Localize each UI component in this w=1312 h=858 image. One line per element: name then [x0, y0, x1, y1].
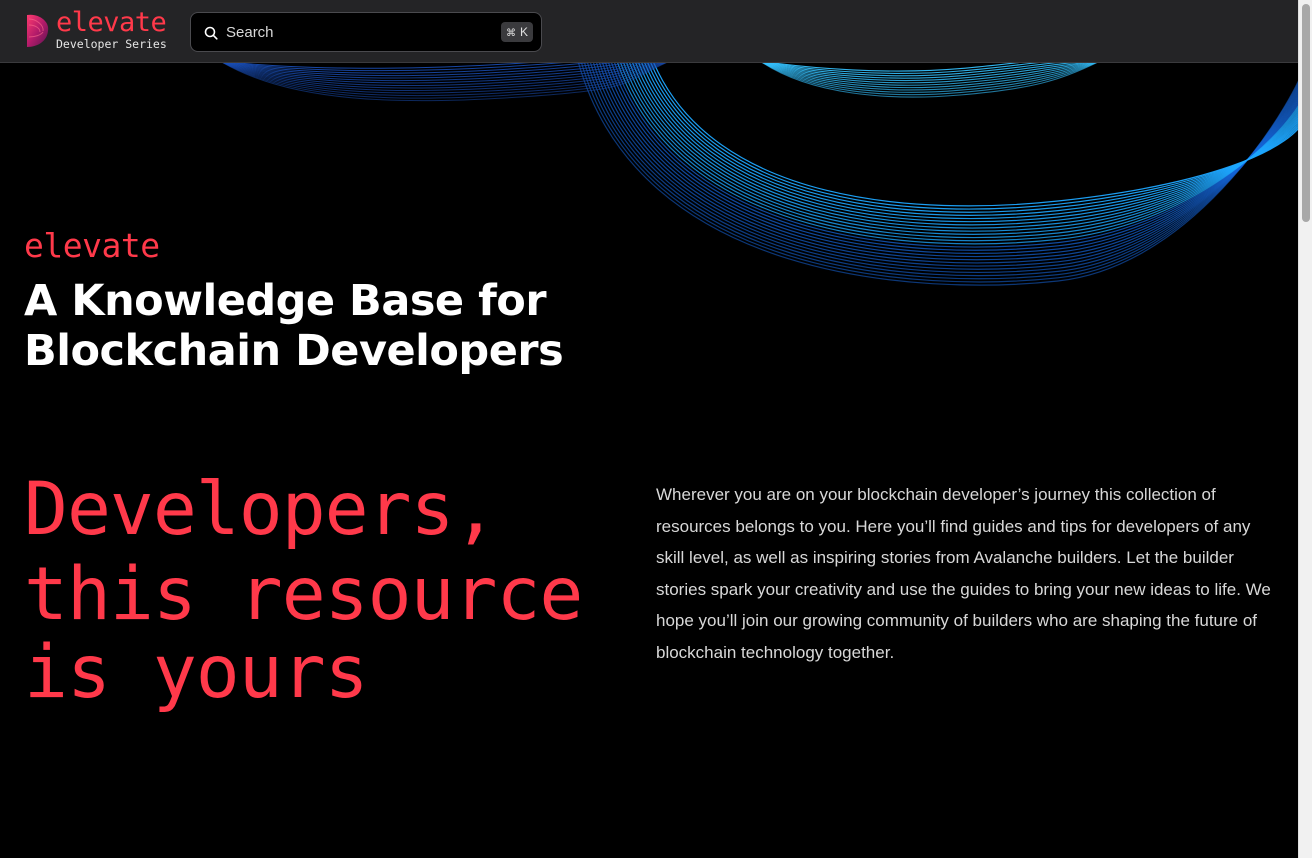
tagline-line-2: this resource — [24, 552, 583, 637]
logo-subtitle: Developer Series — [56, 37, 167, 51]
logo-mark-icon — [27, 14, 49, 47]
shortcut-key: K — [519, 25, 528, 39]
search-box[interactable]: Search ⌘ K — [190, 12, 542, 52]
top-navigation-bar: elevate Developer Series Search ⌘ K — [0, 0, 1298, 63]
tagline-line-1: Developers, — [24, 467, 497, 552]
wave-line — [763, 63, 1093, 86]
logo-wordmark: elevate — [56, 7, 167, 38]
hero-wave-graphic — [222, 63, 1298, 286]
hero-brand-wordmark: elevate — [24, 226, 160, 265]
wave-line — [602, 63, 1298, 261]
search-placeholder: Search — [226, 24, 274, 41]
page-title: A Knowledge Base for Blockchain Develope… — [24, 276, 564, 376]
page-title-line-2: Blockchain Developers — [24, 326, 564, 376]
elevate-logo-link[interactable]: elevate Developer Series — [24, 8, 169, 52]
hero-tagline: Developers, this resource is yours — [24, 465, 583, 715]
page-scrollbar[interactable] — [1298, 0, 1312, 858]
command-key-icon: ⌘ — [505, 28, 516, 39]
page-title-line-1: A Knowledge Base for — [24, 276, 547, 326]
search-shortcut-badge: ⌘ K — [500, 22, 533, 42]
intro-paragraph: Wherever you are on your blockchain deve… — [656, 485, 1271, 662]
search-icon — [204, 26, 218, 40]
wave-line — [590, 63, 1298, 273]
scrollbar-thumb[interactable] — [1302, 4, 1310, 222]
tagline-line-3: is yours — [24, 630, 369, 715]
